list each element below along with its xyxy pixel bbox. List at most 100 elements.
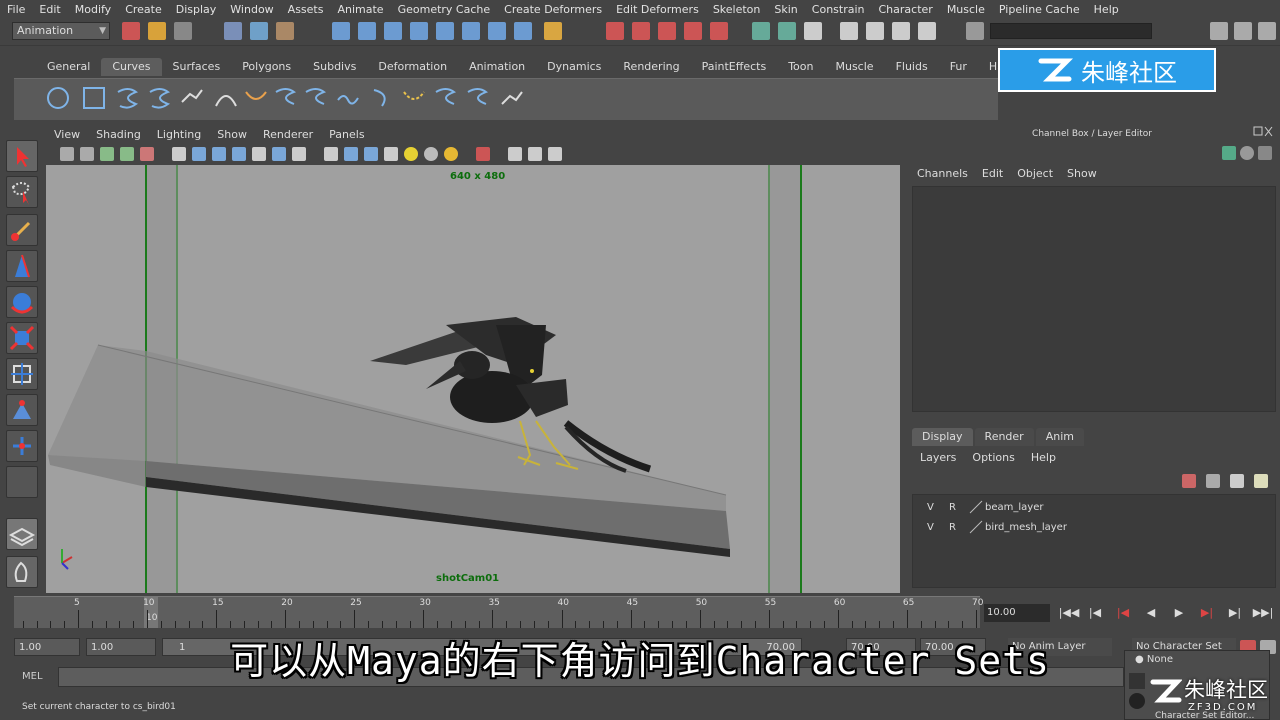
shelf-tab-curves[interactable]: Curves — [101, 58, 162, 76]
resolution-gate-icon[interactable] — [172, 147, 186, 161]
new-scene-icon[interactable] — [122, 22, 140, 40]
quick-input-field[interactable] — [990, 23, 1152, 39]
hq-lighting-icon[interactable] — [444, 147, 458, 161]
square-curve-icon[interactable] — [82, 86, 106, 110]
play-backwards-icon[interactable]: ◀ — [1140, 604, 1162, 622]
channel-box-menu-channels[interactable]: Channels — [910, 166, 975, 182]
show-channel-box-icon[interactable] — [1258, 22, 1276, 40]
rotate-tool-icon[interactable] — [6, 286, 38, 318]
select-hierarchy-icon[interactable] — [224, 22, 242, 40]
channel-box-icon[interactable] — [1222, 146, 1236, 160]
layer-row[interactable]: V Rbird_mesh_layer — [913, 517, 1277, 537]
show-attribute-editor-icon[interactable] — [1210, 22, 1228, 40]
shelf-tab-rendering[interactable]: Rendering — [612, 58, 690, 76]
wireframe-on-shaded-icon[interactable] — [364, 147, 378, 161]
step-back-key-icon[interactable]: |◀ — [1112, 604, 1134, 622]
select-camera-icon[interactable] — [60, 147, 74, 161]
fit-bspline-icon[interactable] — [466, 86, 490, 110]
menu-skeleton[interactable]: Skeleton — [706, 3, 768, 16]
new-layer-selected-icon[interactable] — [1206, 474, 1220, 488]
layer-move-down-icon[interactable] — [1254, 474, 1268, 488]
menu-muscle[interactable]: Muscle — [940, 3, 992, 16]
select-deformer-icon[interactable] — [436, 22, 454, 40]
layer-tab-render[interactable]: Render — [974, 428, 1034, 446]
xray-icon[interactable] — [384, 147, 398, 161]
perspective-viewport[interactable]: 640 x 480 shotCam01 — [46, 165, 900, 593]
circle-curve-icon[interactable] — [46, 86, 70, 110]
channel-box-area[interactable] — [912, 186, 1276, 412]
time-slider[interactable]: 10 5 10 15 20 25 30 35 40 45 50 55 60 65 70 — [14, 596, 983, 628]
safe-action-icon[interactable] — [232, 147, 246, 161]
channel-box-menu-edit[interactable]: Edit — [975, 166, 1010, 182]
open-scene-icon[interactable] — [148, 22, 166, 40]
construction-history-icon[interactable] — [804, 22, 822, 40]
select-rendering-icon[interactable] — [488, 22, 506, 40]
ipr-render-icon[interactable] — [892, 22, 910, 40]
outliner-icon[interactable] — [6, 556, 38, 588]
pencil-curve-icon[interactable] — [180, 86, 204, 110]
hud-icon[interactable] — [548, 147, 562, 161]
detach-curves-icon[interactable] — [274, 86, 298, 110]
layer-display-type-toggle[interactable]: R — [949, 502, 956, 513]
shelf-tab-fur[interactable]: Fur — [939, 58, 978, 76]
snap-curve-icon[interactable] — [632, 22, 650, 40]
camera-attributes-icon[interactable] — [80, 147, 94, 161]
select-dynamics-icon[interactable] — [462, 22, 480, 40]
panel-menu-panels[interactable]: Panels — [321, 126, 372, 144]
panel-menu-view[interactable]: View — [46, 126, 88, 144]
wireframe-icon[interactable] — [324, 147, 338, 161]
snap-point-icon[interactable] — [658, 22, 676, 40]
go-to-end-icon[interactable]: ▶▶| — [1252, 604, 1274, 622]
extend-curve-icon[interactable] — [336, 86, 360, 110]
layer-tab-anim[interactable]: Anim — [1035, 428, 1084, 446]
panel-float-icon[interactable] — [1253, 126, 1273, 138]
menu-display[interactable]: Display — [169, 3, 224, 16]
menu-file[interactable]: File — [0, 3, 32, 16]
shadows-icon[interactable] — [424, 147, 438, 161]
layer-tab-display[interactable]: Display — [912, 428, 973, 446]
menu-character[interactable]: Character — [872, 3, 940, 16]
attribute-editor-icon[interactable] — [1240, 146, 1254, 160]
menu-window[interactable]: Window — [223, 3, 280, 16]
render-settings-icon[interactable] — [918, 22, 936, 40]
reverse-curve-icon[interactable] — [402, 86, 426, 110]
show-manipulator-icon[interactable] — [6, 430, 38, 462]
render-view-icon[interactable] — [840, 22, 858, 40]
offset-curve-icon[interactable] — [370, 86, 394, 110]
shelf-tab-toon[interactable]: Toon — [777, 58, 824, 76]
select-tool-icon[interactable] — [6, 140, 38, 172]
input-ops-icon[interactable] — [752, 22, 770, 40]
menu-constrain[interactable]: Constrain — [805, 3, 872, 16]
panel-menu-shading[interactable]: Shading — [88, 126, 149, 144]
panel-menu-renderer[interactable]: Renderer — [255, 126, 321, 144]
move-tool-icon[interactable] — [6, 250, 38, 282]
component-display-icon[interactable] — [528, 147, 542, 161]
scale-tool-icon[interactable] — [6, 322, 38, 354]
show-tool-settings-icon[interactable] — [1234, 22, 1252, 40]
default-light-icon[interactable] — [404, 147, 418, 161]
select-misc-icon[interactable] — [514, 22, 532, 40]
menu-set-dropdown[interactable]: Animation ▼ — [12, 22, 110, 40]
step-forward-frame-icon[interactable]: ▶| — [1224, 604, 1246, 622]
select-curve-icon[interactable] — [384, 22, 402, 40]
shelf-tab-general[interactable]: General — [36, 58, 101, 76]
menu-skin[interactable]: Skin — [767, 3, 804, 16]
go-to-start-icon[interactable]: |◀◀ — [1058, 604, 1080, 622]
menu-create[interactable]: Create — [118, 3, 169, 16]
texture-icon[interactable] — [292, 147, 306, 161]
snap-grid-icon[interactable] — [606, 22, 624, 40]
lock-selection-icon[interactable] — [544, 22, 562, 40]
new-layer-icon[interactable] — [1182, 474, 1196, 488]
cv-curve-icon[interactable] — [116, 86, 140, 110]
shelf-tab-painteffects[interactable]: PaintEffects — [691, 58, 778, 76]
snap-live-icon[interactable] — [710, 22, 728, 40]
menu-geometry-cache[interactable]: Geometry Cache — [391, 3, 498, 16]
shelf-tab-polygons[interactable]: Polygons — [231, 58, 302, 76]
layout-icon[interactable] — [6, 518, 38, 550]
channel-box-menu-object[interactable]: Object — [1010, 166, 1060, 182]
menu-create-deformers[interactable]: Create Deformers — [497, 3, 609, 16]
select-surface-icon[interactable] — [410, 22, 428, 40]
shelf-tab-deformation[interactable]: Deformation — [367, 58, 458, 76]
layer-move-up-icon[interactable] — [1230, 474, 1244, 488]
step-back-frame-icon[interactable]: |◀ — [1084, 604, 1106, 622]
